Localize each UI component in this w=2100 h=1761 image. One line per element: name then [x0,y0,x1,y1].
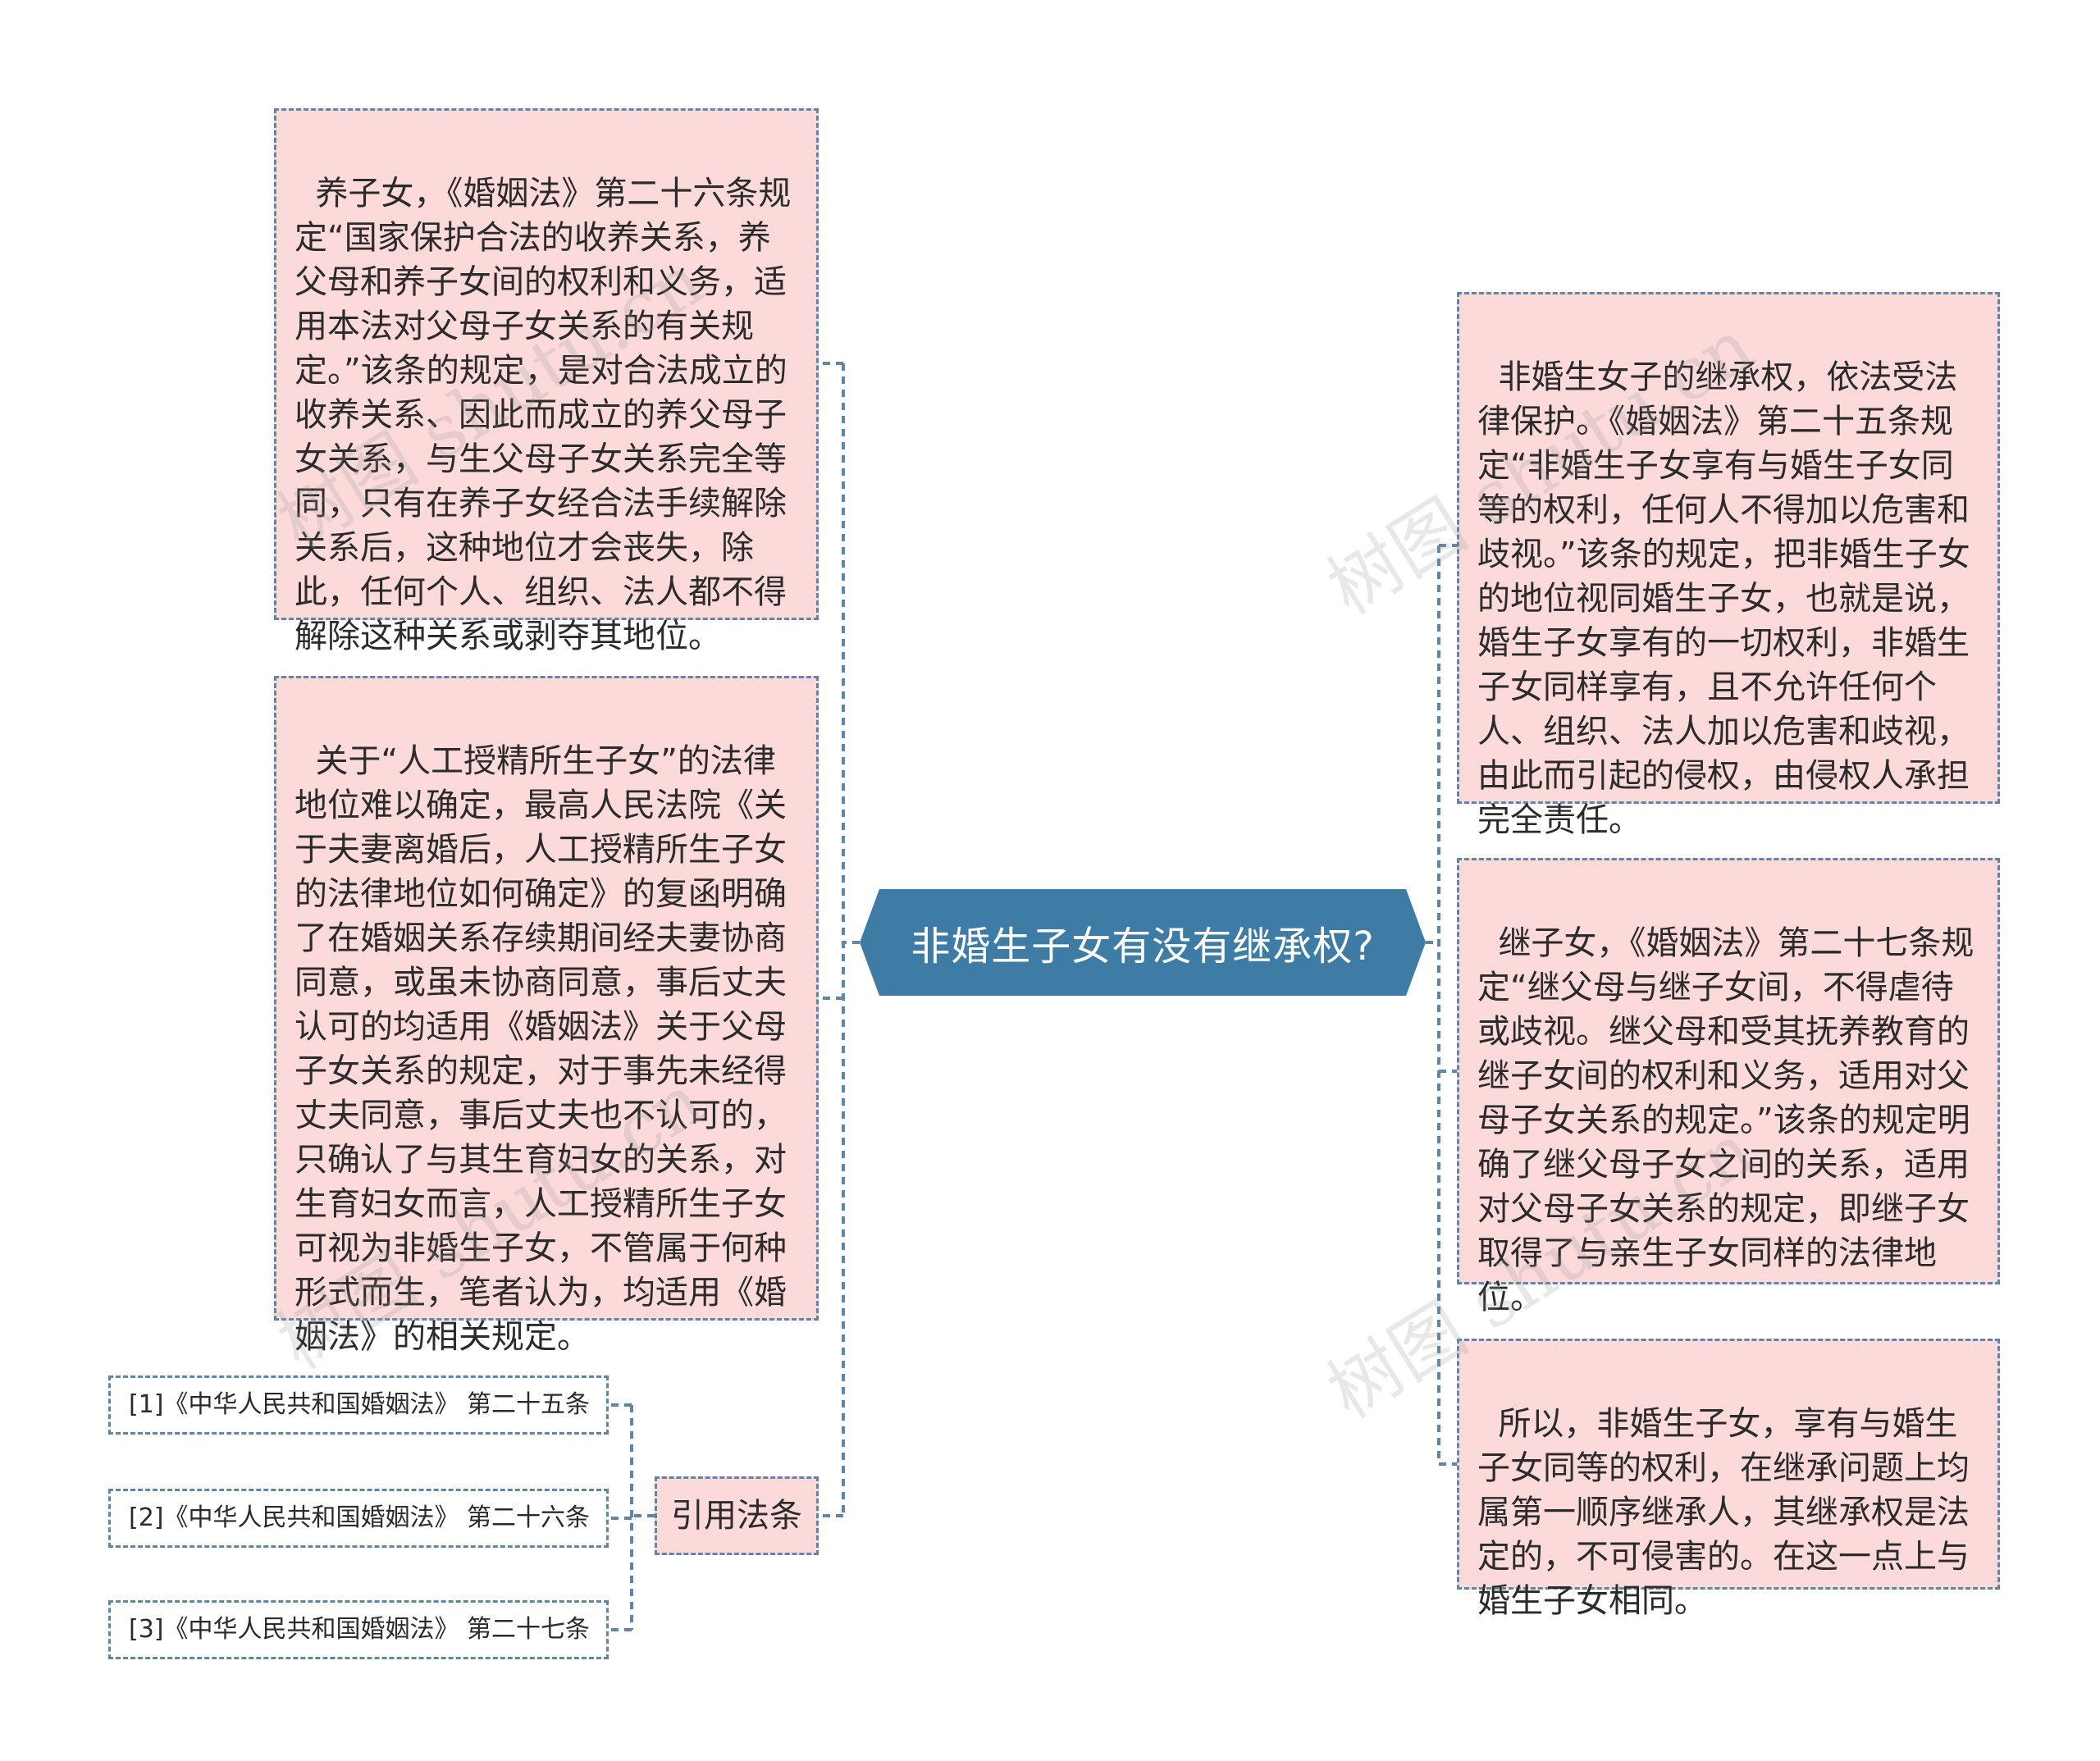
connector-right-trunk [1426,545,1440,1464]
central-topic-label: 非婚生子女有没有继承权? [911,924,1375,969]
central-topic[interactable]: 非婚生子女有没有继承权? [860,889,1426,996]
topic-cited-law[interactable]: 引用法条 [655,1476,819,1555]
ref-article-25-text: [1]《中华人民共和国婚姻法》 第二十五条 [129,1390,591,1419]
topic-stepchildren[interactable]: 继子女，《婚姻法》第二十七条规定“继父母与继子女间，不得虐待或歧视。继父母和受其… [1457,858,2000,1316]
connector-left-trunk [842,363,860,1516]
topic-stepchildren-text: 继子女，《婚姻法》第二十七条规定“继父母与继子女间，不得虐待或歧视。继父母和受其… [1477,924,1974,1316]
ref-article-26-text: [2]《中华人民共和国婚姻法》 第二十六条 [129,1503,591,1532]
topic-illegitimate-children-text: 非婚生女子的继承权，依法受法律保护。《婚姻法》第二十五条规定“非婚生子女享有与婚… [1477,358,1970,839]
ref-article-25[interactable]: [1]《中华人民共和国婚姻法》 第二十五条 [108,1375,609,1435]
topic-adopted-children-text: 养子女，《婚姻法》第二十六条规定“国家保护合法的收养关系，养父母和养子女间的权利… [294,175,792,655]
topic-conclusion[interactable]: 所以，非婚生子女，享有与婚生子女同等的权利，在继承问题上均属第一顺序继承人，其继… [1457,1339,2000,1620]
ref-article-27-text: [3]《中华人民共和国婚姻法》 第二十七条 [129,1615,591,1644]
topic-artificial-insemination-children[interactable]: 关于“人工授精所生子女”的法律地位难以确定，最高人民法院《关于夫妻离婚后，人工授… [274,676,819,1356]
connector-citation-trunk [630,1405,655,1630]
topic-conclusion-text: 所以，非婚生子女，享有与婚生子女同等的权利，在继承问题上均属第一顺序继承人，其继… [1477,1405,1970,1620]
topic-illegitimate-children-rights[interactable]: 非婚生女子的继承权，依法受法律保护。《婚姻法》第二十五条规定“非婚生子女享有与婚… [1457,292,2000,839]
ref-article-26[interactable]: [2]《中华人民共和国婚姻法》 第二十六条 [108,1489,609,1548]
ref-article-27[interactable]: [3]《中华人民共和国婚姻法》 第二十七条 [108,1600,609,1659]
topic-cited-law-label: 引用法条 [671,1497,802,1535]
topic-adopted-children[interactable]: 养子女，《婚姻法》第二十六条规定“国家保护合法的收养关系，养父母和养子女间的权利… [274,108,819,655]
topic-artificial-insemination-text: 关于“人工授精所生子女”的法律地位难以确定，最高人民法院《关于夫妻离婚后，人工授… [294,742,787,1356]
